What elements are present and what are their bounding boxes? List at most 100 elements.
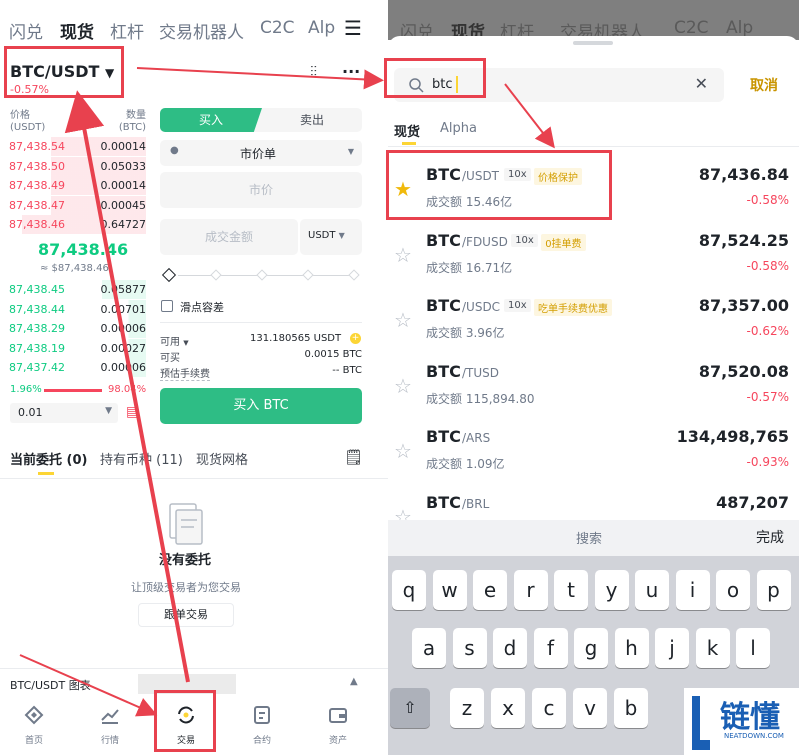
ask-row[interactable]: 87,438.49 0.00014	[0, 176, 146, 196]
key-y[interactable]: y	[594, 570, 629, 610]
key-j[interactable]: j	[655, 628, 689, 668]
highlight-pair	[4, 46, 124, 98]
slippage-checkbox[interactable]	[161, 300, 173, 312]
key-a[interactable]: a	[412, 628, 446, 668]
watermark-logo-icon	[692, 696, 710, 750]
tab-c2c[interactable]: C2C	[260, 18, 295, 38]
coin-symbol: BTC	[426, 427, 461, 446]
key-p[interactable]: p	[756, 570, 791, 610]
coin-row[interactable]: ☆ BTC/FDUSD 10x 0挂单费 成交额 16.71亿 87,524.25 -0.5…	[388, 221, 799, 287]
coin-row[interactable]: ☆ BTC/TUSD 成交额 115,894.80 87,520.08 -0.57%	[388, 352, 799, 418]
price-input[interactable]: 市价	[160, 172, 362, 208]
keyboard-done-button[interactable]: 完成	[756, 527, 784, 547]
depth-view-icon[interactable]: ▤	[126, 404, 139, 420]
ask-price: 87,438.50	[9, 159, 65, 173]
key-v[interactable]: v	[573, 688, 607, 728]
bid-row[interactable]: 87,438.44 0.00701	[0, 299, 147, 319]
amount-input[interactable]: 成交金额	[160, 219, 298, 255]
favorite-star-icon[interactable]: ☆	[394, 243, 412, 267]
slippage-label: 滑点容差	[180, 301, 224, 314]
key-u[interactable]: u	[635, 570, 669, 610]
key-z[interactable]: z	[450, 688, 484, 728]
order-type-select[interactable]: ● 市价单 ▼	[160, 140, 362, 166]
tab-convert[interactable]: 闪兑	[9, 18, 43, 43]
tab-open-orders[interactable]: 当前委托 (0)	[10, 449, 87, 468]
tab-alpha-results[interactable]: Alpha	[440, 121, 477, 136]
ask-row[interactable]: 87,438.54 0.00014	[0, 137, 146, 156]
key-t[interactable]: t	[554, 570, 588, 610]
key-s[interactable]: s	[452, 628, 487, 668]
key-i[interactable]: i	[675, 570, 710, 610]
menu-icon[interactable]: ☰	[344, 16, 362, 40]
key-d[interactable]: d	[493, 628, 527, 668]
left-panel: 闪兑 现货 杠杆 交易机器人 C2C Alp ☰ BTC/USDT ▼ -0.5…	[0, 0, 388, 755]
buy-btc-button[interactable]: 买入 BTC	[160, 388, 362, 424]
key-k[interactable]: k	[695, 628, 730, 668]
key-e[interactable]: e	[473, 570, 507, 610]
candle-icon[interactable]: ⫶⫶	[310, 64, 317, 80]
bid-row[interactable]: 87,438.29 0.00006	[0, 319, 146, 339]
ask-price: 87,438.54	[9, 140, 65, 153]
sheet-handle[interactable]	[573, 41, 613, 45]
sell-tab[interactable]: 卖出	[262, 108, 362, 132]
tab-margin[interactable]: 杠杆	[110, 18, 144, 43]
favorite-star-icon[interactable]: ☆	[394, 374, 412, 398]
tab-spot-results[interactable]: 现货	[394, 121, 420, 140]
bid-price: 87,438.29	[9, 322, 65, 336]
ask-row[interactable]: 87,438.47 0.00045	[0, 195, 146, 215]
amount-unit-select[interactable]: USDT ▼	[300, 219, 362, 255]
tab-bots[interactable]: 交易机器人	[159, 18, 244, 43]
highlight-search	[384, 58, 486, 98]
ask-row[interactable]: 87,438.46 0.64727	[0, 215, 146, 235]
key-w[interactable]: w	[432, 570, 467, 610]
key-r[interactable]: r	[513, 570, 548, 610]
key-c[interactable]: c	[532, 688, 566, 728]
chart-bar-label[interactable]: BTC/USDT 图表	[10, 677, 91, 693]
coin-price: 87,357.00	[698, 296, 789, 315]
bid-row[interactable]: 87,438.19 0.00027	[0, 338, 146, 358]
bid-row[interactable]: 87,437.42 0.00006	[0, 358, 146, 378]
bid-qty: 0.00701	[100, 302, 147, 316]
ask-qty: 0.00014	[100, 140, 147, 153]
more-icon[interactable]: ···	[342, 62, 360, 81]
copy-trade-button[interactable]: 跟单交易	[138, 603, 234, 627]
buy-tab[interactable]: 买入	[160, 108, 262, 132]
leverage-badge: 10x	[511, 233, 538, 247]
bid-price: 87,438.44	[9, 302, 65, 316]
key-x[interactable]: x	[491, 688, 525, 728]
clear-icon[interactable]: ✕	[695, 74, 708, 93]
key-h[interactable]: h	[614, 628, 649, 668]
tab-spot-grid[interactable]: 现货网格	[196, 449, 248, 468]
cancel-button[interactable]: 取消	[750, 75, 778, 95]
shift-key[interactable]: ⇧	[390, 688, 430, 728]
favorite-star-icon[interactable]: ☆	[394, 308, 412, 332]
favorite-star-icon[interactable]: ☆	[394, 439, 412, 463]
add-funds-icon[interactable]: +	[350, 333, 361, 344]
chevron-up-icon[interactable]: ▲	[350, 676, 358, 687]
bid-row[interactable]: 87,438.45 0.05877	[0, 280, 146, 299]
key-q[interactable]: q	[392, 570, 426, 610]
key-g[interactable]: g	[574, 628, 608, 668]
key-b[interactable]: b	[614, 688, 648, 728]
order-history-icon[interactable]: 🗒	[344, 448, 363, 466]
fee-label: 预估手续费	[160, 365, 210, 381]
coin-row[interactable]: ☆ BTC/ARS 成交额 1.09亿 134,498,765 -0.93%	[388, 417, 799, 483]
key-f[interactable]: f	[533, 628, 568, 668]
right-panel: 闪兑 现货 杠杆 交易机器人 C2C Alp b t c ✕ 取消 现货 Alpha…	[388, 0, 799, 755]
tab-alpha[interactable]: Alp	[308, 18, 335, 38]
coin-row[interactable]: ☆ BTC/USDC 10x 吃单手续费优惠 成交额 3.96亿 87,357.00 -0.…	[388, 286, 799, 352]
ob-qty-header: 数量 (BTC)	[118, 110, 146, 133]
coin-change: -0.62%	[746, 324, 789, 338]
key-l[interactable]: l	[736, 628, 770, 668]
tab-spot[interactable]: 现货	[60, 18, 94, 43]
ask-row[interactable]: 87,438.50 0.05033	[0, 156, 146, 176]
info-icon: ●	[170, 145, 179, 156]
key-o[interactable]: o	[716, 570, 750, 610]
empty-title: 没有委托	[158, 553, 211, 568]
coin-change: -0.93%	[746, 455, 789, 469]
slider-handle[interactable]	[161, 267, 177, 283]
available-label[interactable]: 可用 ▼	[160, 333, 189, 348]
markets-icon	[101, 709, 119, 724]
tab-holdings[interactable]: 持有币种 (11)	[100, 449, 183, 468]
precision-select[interactable]: 0.01 ▼	[10, 403, 118, 423]
